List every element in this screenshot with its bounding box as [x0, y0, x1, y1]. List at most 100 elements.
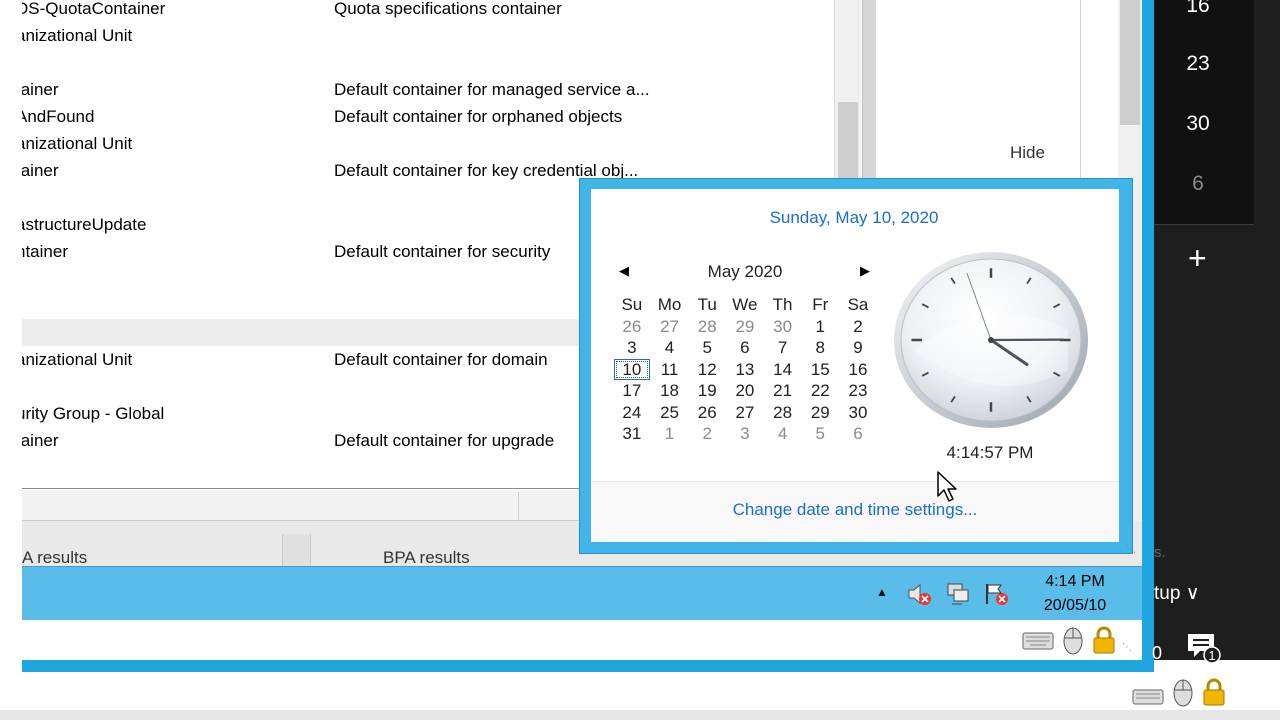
calendar-day[interactable]: 16: [839, 359, 877, 381]
network-icon[interactable]: [944, 580, 972, 608]
calendar-day[interactable]: 21: [764, 381, 802, 403]
calendar-day[interactable]: 4: [651, 338, 689, 360]
previous-month-arrow-icon[interactable]: ◀: [619, 263, 629, 279]
list-item-name: anizational Unit: [22, 350, 133, 369]
calendar-day[interactable]: 4: [764, 424, 802, 446]
calendar-day[interactable]: 12: [688, 359, 726, 381]
host-calendar-day[interactable]: 23: [1160, 52, 1236, 76]
scrollbar-divider: [518, 492, 519, 520]
calendar-day[interactable]: 26: [613, 316, 651, 338]
mouse-icon: [1060, 624, 1086, 661]
calendar-day[interactable]: 29: [801, 402, 839, 424]
host-calendar-day[interactable]: 6: [1160, 172, 1236, 196]
bottom-strip: [0, 710, 1280, 720]
add-event-plus-icon[interactable]: +: [1188, 240, 1207, 277]
long-date-link[interactable]: Sunday, May 10, 2020: [591, 208, 1117, 228]
list-item-name: urity Group - Global: [22, 404, 165, 423]
taskbar-clock-time[interactable]: 4:14 PM: [1030, 571, 1120, 593]
calendar-day[interactable]: 17: [613, 381, 651, 403]
calendar-day[interactable]: 2: [839, 316, 877, 338]
keyboard-icon: [1022, 627, 1054, 658]
calendar-day[interactable]: 5: [801, 424, 839, 446]
calendar-day[interactable]: 24: [613, 402, 651, 424]
list-item-name: tainer: [22, 161, 59, 180]
calendar-day[interactable]: 29: [726, 316, 764, 338]
action-center-flag-icon[interactable]: [982, 580, 1010, 608]
tasks-pane-scroll-thumb[interactable]: [1120, 0, 1140, 125]
calendar-day[interactable]: 19: [688, 381, 726, 403]
speaker-muted-icon[interactable]: [906, 580, 934, 608]
calendar-day[interactable]: 6: [839, 424, 877, 446]
calendar-day[interactable]: 13: [726, 359, 764, 381]
list-item-name: ntainer: [22, 242, 68, 261]
calendar-day[interactable]: 1: [801, 316, 839, 338]
calendar-day[interactable]: 20: [726, 381, 764, 403]
list-item[interactable]: tainer Default container for managed serv…: [22, 76, 860, 103]
calendar-day[interactable]: 5: [688, 338, 726, 360]
list-item[interactable]: AndFound Default container for orphaned o…: [22, 103, 860, 130]
calendar-day[interactable]: 11: [651, 359, 689, 381]
calendar-day[interactable]: 3: [726, 424, 764, 446]
host-status-bar: [22, 672, 1280, 710]
list-item[interactable]: r: [22, 49, 860, 76]
calendar-day[interactable]: 30: [839, 402, 877, 424]
calendar-day[interactable]: 25: [651, 402, 689, 424]
notifications-icon[interactable]: 1: [1186, 631, 1222, 670]
weekday-header: We: [732, 295, 758, 314]
bpa-results-tab-1[interactable]: A results: [22, 534, 282, 568]
calendar-month-title[interactable]: May 2020: [680, 262, 810, 282]
list-item[interactable]: anizational Unit: [22, 22, 860, 49]
calendar-day[interactable]: 14: [764, 359, 802, 381]
calendar-day[interactable]: 30: [764, 316, 802, 338]
calendar-day[interactable]: 1: [651, 424, 689, 446]
list-item[interactable]: anizational Unit: [22, 130, 860, 157]
calendar-day[interactable]: 27: [651, 316, 689, 338]
host-calendar-day[interactable]: 16: [1160, 0, 1236, 18]
weekday-header: Sa: [847, 295, 869, 314]
vm-frame-bottom: [22, 660, 1154, 672]
list-item-description: Default container for orphaned objects: [334, 107, 623, 126]
calendar-day[interactable]: 23: [839, 381, 877, 403]
calendar-day[interactable]: 8: [801, 338, 839, 360]
next-month-arrow-icon[interactable]: ▶: [860, 263, 870, 279]
list-item-description: Default container for managed service a.…: [334, 80, 650, 99]
calendar-day[interactable]: 22: [801, 381, 839, 403]
list-item-name: tainer: [22, 431, 59, 450]
bpa-tab1-label: A results: [22, 548, 88, 567]
vm-window-border: [1142, 0, 1154, 720]
calendar-day[interactable]: 27: [726, 402, 764, 424]
calendar-day[interactable]: 15: [801, 359, 839, 381]
list-item-name: anizational Unit: [22, 134, 133, 153]
taskbar: [22, 566, 1142, 621]
calendar-day[interactable]: 6: [726, 338, 764, 360]
calendar-day[interactable]: 9: [839, 338, 877, 360]
bpa-tab2-label: BPA results: [383, 548, 470, 567]
list-item-name: DS-QuotaContainer: [22, 0, 166, 18]
calendar-day[interactable]: 28: [688, 316, 726, 338]
lock-icon: [1090, 625, 1118, 660]
calendar-day[interactable]: 31: [613, 424, 651, 446]
calendar-day-today[interactable]: 10: [613, 359, 651, 381]
show-hidden-icons-arrow-icon[interactable]: ▲: [876, 585, 888, 599]
weekday-header: Fr: [812, 295, 829, 314]
list-item[interactable]: DS-QuotaContainer Quota specifications co…: [22, 0, 860, 22]
calendar-day[interactable]: 2: [688, 424, 726, 446]
taskbar-clock-date[interactable]: 20/05/10: [1030, 595, 1120, 617]
weekday-header: Tu: [697, 295, 717, 314]
flyout-clock-time: 4:14:57 PM: [946, 443, 1034, 462]
host-keyboard-icon: [1132, 686, 1164, 713]
setup-dropdown[interactable]: tup ∨: [1154, 582, 1200, 605]
change-date-time-settings-link[interactable]: Change date and time settings...: [591, 500, 1119, 520]
resize-grip-icon[interactable]: ⋱: [1122, 642, 1132, 653]
hide-link[interactable]: Hide: [1010, 143, 1045, 163]
calendar-day[interactable]: 3: [613, 338, 651, 360]
host-calendar-day[interactable]: 30: [1160, 112, 1236, 136]
calendar-day[interactable]: 18: [651, 381, 689, 403]
calendar-day[interactable]: 26: [688, 402, 726, 424]
list-item-name: anizational Unit: [22, 26, 133, 45]
calendar-day[interactable]: 28: [764, 402, 802, 424]
list-item-description: Quota specifications container: [334, 0, 562, 18]
calendar-day-label: 10: [613, 359, 650, 381]
calendar-day[interactable]: 7: [764, 338, 802, 360]
host-panel-divider: [1154, 224, 1254, 225]
